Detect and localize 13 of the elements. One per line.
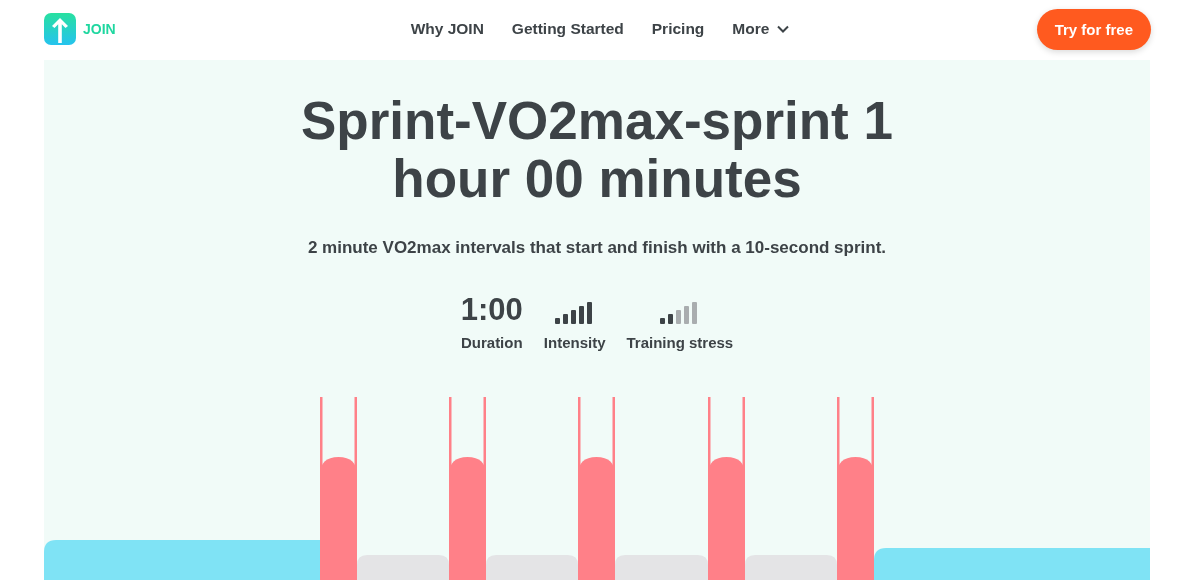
chevron-down-icon (777, 25, 790, 33)
nav-link[interactable]: Pricing (651, 20, 705, 38)
more-menu[interactable]: More (732, 20, 790, 38)
logo-icon (44, 13, 76, 45)
stat-label: Intensity (543, 334, 606, 351)
stat-label: Duration (460, 334, 523, 351)
logo-text: JOIN (83, 21, 116, 37)
workout-description: 2 minute VO2max intervals that start and finish with a 10-second sprint. (307, 238, 887, 258)
duration-value: 1:00 (460, 296, 523, 324)
nav-link[interactable]: Getting Started (511, 20, 624, 38)
stat-label: Training stress (626, 334, 734, 351)
workout-title: Sprint-VO2max-sprint 1 hour 00 minutes (300, 92, 894, 208)
nav-link[interactable]: Why JOIN (410, 20, 484, 38)
